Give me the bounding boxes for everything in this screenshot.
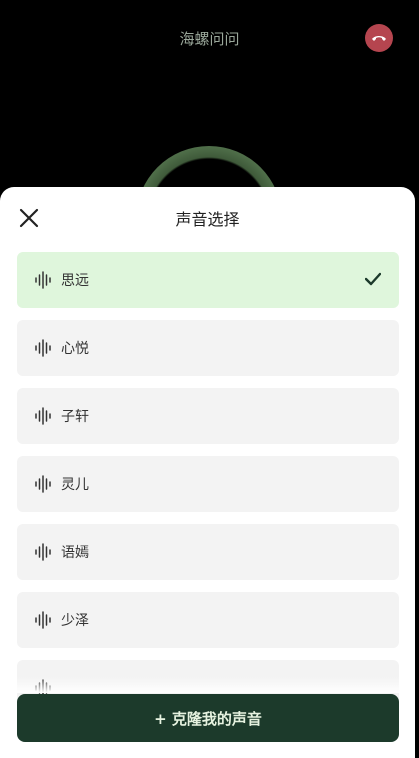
voice-item-yuyan[interactable]: 语嫣 [17, 524, 399, 580]
voice-item-siyuan[interactable]: 思远 [17, 252, 399, 308]
sound-wave-icon [35, 475, 51, 493]
voice-name: 少泽 [61, 613, 89, 629]
clone-voice-button[interactable]: + 克隆我的声音 [17, 694, 399, 742]
sound-wave-icon [35, 543, 51, 561]
sound-wave-icon [35, 611, 51, 629]
voice-name: 子轩 [61, 409, 89, 425]
hang-up-button[interactable] [365, 24, 393, 52]
voice-name: 语嫣 [61, 545, 89, 561]
voice-item-linger[interactable]: 灵儿 [17, 456, 399, 512]
voice-name: 心悦 [61, 341, 89, 357]
sound-wave-icon [35, 339, 51, 357]
call-title: 海螺问问 [179, 30, 240, 48]
voice-item-zixuan[interactable]: 子轩 [17, 388, 399, 444]
sheet-title: 声音选择 [175, 210, 240, 229]
list-fade [0, 677, 415, 693]
voice-item-xinyue[interactable]: 心悦 [17, 320, 399, 376]
phone-hangup-icon [372, 36, 386, 41]
voice-item-shaoze[interactable]: 少泽 [17, 592, 399, 648]
voice-list: 思远 心悦 子轩 灵儿 语嫣 少泽 [17, 252, 399, 728]
voice-name: 灵儿 [61, 477, 89, 493]
sound-wave-icon [35, 407, 51, 425]
voice-selection-sheet: 声音选择 思远 心悦 子轩 灵儿 语嫣 少泽 + 克隆我的声音 [0, 187, 415, 758]
voice-name: 思远 [61, 273, 89, 289]
check-icon [365, 272, 381, 286]
sound-wave-icon [35, 271, 51, 289]
